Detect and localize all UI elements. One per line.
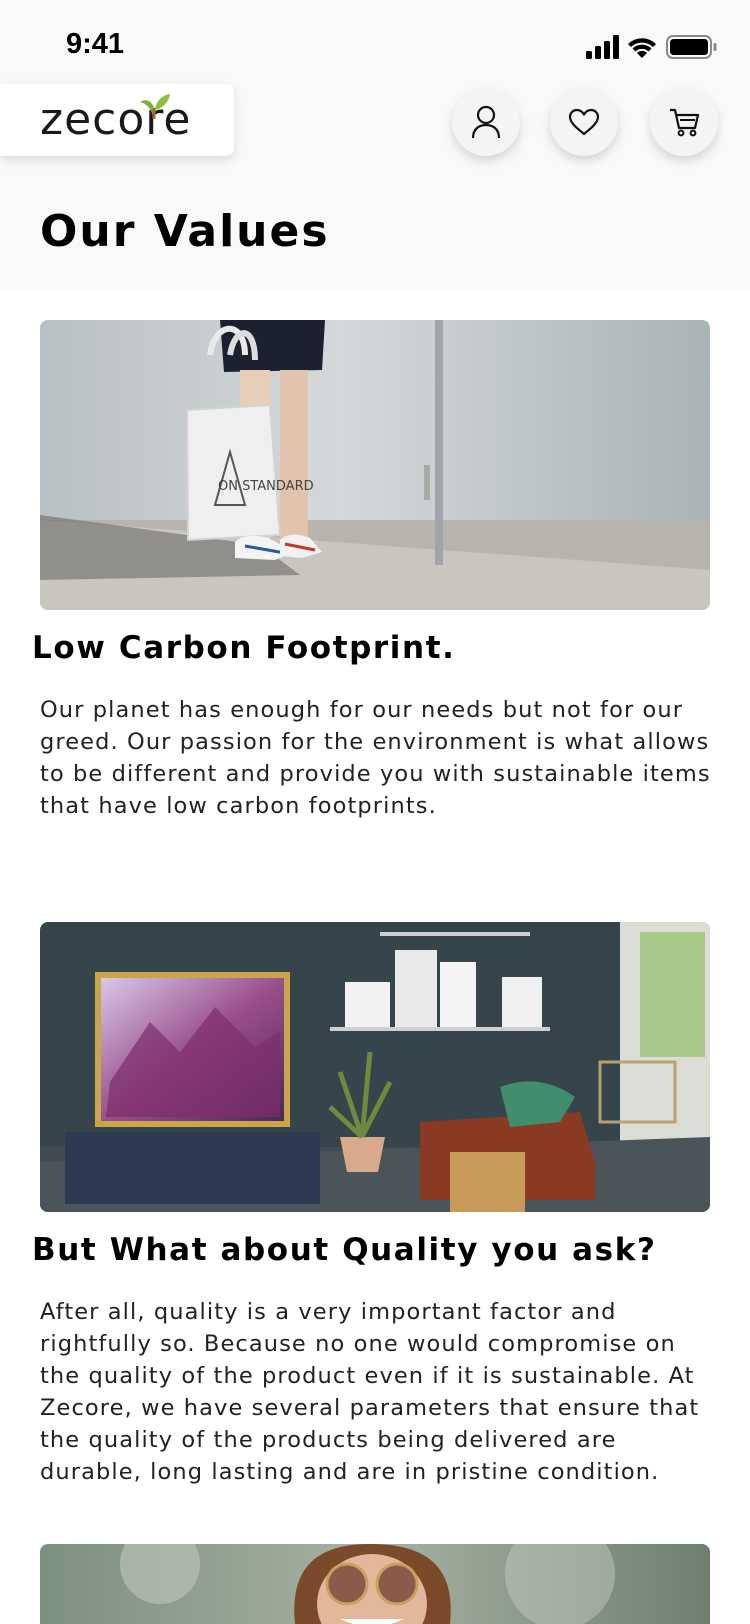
cart-button[interactable]	[650, 88, 718, 156]
cart-icon	[670, 108, 700, 137]
signal-icon	[586, 35, 619, 59]
status-time: 9:41	[66, 28, 125, 60]
section-body: After all, quality is a very important f…	[40, 1299, 700, 1485]
woman-sunglasses-photo	[40, 1544, 710, 1624]
living-room-tv-photo	[40, 922, 710, 1212]
wifi-icon	[628, 38, 656, 58]
section-heading: But What about Quality you ask?	[32, 1232, 657, 1268]
tote-bag-photo: ON STANDARD	[40, 320, 710, 610]
status-icons	[586, 35, 717, 59]
page-title: Our Values	[40, 206, 330, 257]
section-body: Our planet has enough for our needs but …	[40, 697, 711, 819]
wishlist-button[interactable]	[550, 88, 618, 156]
user-icon	[471, 105, 501, 139]
battery-icon	[666, 35, 717, 59]
leaf-icon	[140, 94, 170, 119]
section-heading: Low Carbon Footprint.	[32, 630, 456, 666]
heart-icon	[568, 108, 600, 136]
bag-print-text: ON STANDARD	[218, 479, 314, 494]
account-button[interactable]	[452, 88, 520, 156]
logo[interactable]: zecore	[0, 84, 234, 156]
